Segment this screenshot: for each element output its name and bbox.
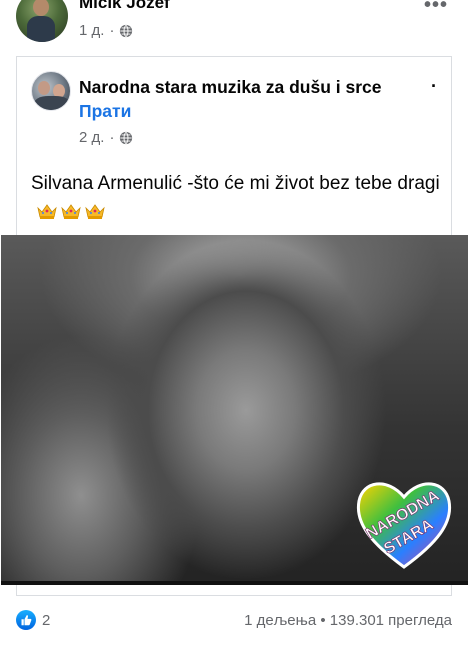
video-player[interactable]: NARODNA STARA (1, 235, 468, 585)
globe-icon (120, 131, 133, 144)
post-time[interactable]: 1 д. (79, 22, 104, 39)
author-avatar[interactable] (16, 0, 68, 42)
reaction-count[interactable]: 2 (42, 612, 50, 629)
page-avatar[interactable] (31, 71, 71, 111)
crown-icon (37, 204, 57, 219)
channel-watermark: NARODNA STARA (356, 482, 452, 569)
post-footer: 2 1 дељења • 139.301 прегледа (0, 606, 468, 636)
post-text: Silvana Armenulić -što će mi život bez t… (31, 170, 441, 226)
crown-icon (85, 204, 105, 219)
crown-emojis (36, 202, 106, 220)
thumbs-up-icon (21, 615, 32, 626)
globe-icon (120, 24, 133, 37)
separator-dot: · (431, 76, 437, 96)
follow-button[interactable]: Прати (79, 101, 131, 122)
views-count: 139.301 прегледа (329, 612, 452, 629)
more-options-icon[interactable]: ••• (424, 0, 448, 17)
shared-post-time[interactable]: 2 д. (79, 129, 104, 146)
post-stats: 1 дељења • 139.301 прегледа (244, 612, 452, 629)
shared-post-card[interactable]: Narodna stara muzika za dušu i srce · Пр… (1, 56, 468, 596)
shared-post-meta: 2 д. · (79, 129, 133, 146)
like-icon[interactable] (16, 610, 36, 630)
author-name[interactable]: Micik Jozef (79, 0, 170, 13)
outer-post-header: Micik Jozef 1 д. · ••• (0, 0, 468, 52)
shares-count[interactable]: 1 дељења (244, 612, 316, 629)
crown-icon (61, 204, 81, 219)
post-meta: 1 д. · (79, 22, 133, 39)
post-text-body: Silvana Armenulić -što će mi život bez t… (31, 173, 440, 194)
page-name[interactable]: Narodna stara muzika za dušu i srce (79, 77, 381, 98)
